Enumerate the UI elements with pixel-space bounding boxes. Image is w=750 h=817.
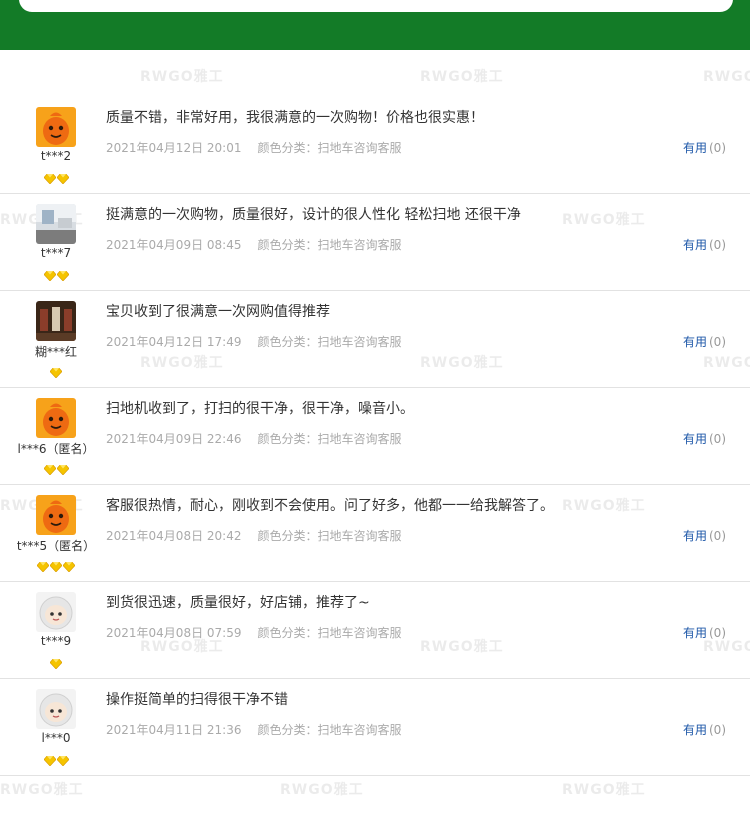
helpful-label: 有用: [682, 432, 707, 446]
reputation-gems: [0, 363, 112, 379]
review-text: 操作挺简单的扫得很干净不错: [106, 692, 288, 708]
review-date: 2021年04月08日 07:59: [106, 626, 242, 640]
helpful-button[interactable]: 有用 (0): [683, 430, 726, 447]
reputation-gems: [0, 169, 112, 185]
review-meta: 2021年04月12日 17:49 颜色分类：扫地车咨询客服: [106, 333, 402, 350]
helpful-button[interactable]: 有用 (0): [683, 139, 726, 156]
review-meta: 2021年04月09日 08:45 颜色分类：扫地车咨询客服: [106, 236, 402, 253]
diamond-gem-icon: [56, 266, 69, 282]
review-date: 2021年04月12日 17:49: [106, 335, 242, 349]
review-text: 扫地机收到了，打扫的很干净，很干净，噪音小。: [106, 401, 414, 417]
review-variant: 颜色分类：扫地车咨询客服: [257, 529, 402, 543]
diamond-gem-icon: [43, 460, 56, 476]
top-header-bar: [0, 0, 750, 50]
helpful-button[interactable]: 有用 (0): [683, 236, 726, 253]
search-bar[interactable]: [19, 0, 733, 12]
room-photo-avatar[interactable]: [36, 204, 76, 244]
review-date: 2021年04月08日 20:42: [106, 529, 242, 543]
diamond-gem-icon: [43, 751, 56, 767]
helpful-button[interactable]: 有用 (0): [683, 527, 726, 544]
review-variant: 颜色分类：扫地车咨询客服: [257, 238, 402, 252]
review-username: l***6（匿名）: [17, 442, 95, 456]
review-item: t***2 质量不错，非常好用，我很满意的一次购物！价格也很实惠！ 2021年0…: [0, 97, 750, 194]
review-username: t***5（匿名）: [16, 539, 96, 553]
diamond-gem-icon: [49, 557, 63, 573]
helpful-label: 有用: [682, 141, 707, 155]
review-item: t***7 挺满意的一次购物，质量很好，设计的很人性化 轻松扫地 还很干净 20…: [0, 194, 750, 291]
review-variant: 颜色分类：扫地车咨询客服: [257, 141, 402, 155]
watermark: RWGO雅工: [0, 782, 84, 798]
diamond-gem-icon: [56, 460, 69, 476]
diamond-gem-icon: [43, 169, 56, 185]
review-meta: 2021年04月08日 07:59 颜色分类：扫地车咨询客服: [106, 624, 402, 641]
watermark: RWGO雅工: [703, 69, 750, 85]
review-variant: 颜色分类：扫地车咨询客服: [257, 723, 402, 737]
diamond-gem-icon: [56, 169, 69, 185]
review-meta: 2021年04月12日 20:01 颜色分类：扫地车咨询客服: [106, 139, 402, 156]
review-variant: 颜色分类：扫地车咨询客服: [257, 335, 402, 349]
white-mascot-avatar[interactable]: [36, 592, 76, 632]
helpful-count: (0): [709, 529, 726, 543]
review-variant: 颜色分类：扫地车咨询客服: [257, 626, 402, 640]
diamond-gem-icon: [36, 557, 50, 573]
review-date: 2021年04月11日 21:36: [106, 723, 242, 737]
helpful-count: (0): [709, 141, 726, 155]
review-text: 质量不错，非常好用，我很满意的一次购物！价格也很实惠！: [106, 110, 484, 126]
review-text: 宝贝收到了很满意一次网购值得推荐: [106, 304, 330, 320]
watermark: RWGO雅工: [420, 69, 504, 85]
watermark: RWGO雅工: [140, 69, 224, 85]
watermark: RWGO雅工: [562, 782, 646, 798]
helpful-label: 有用: [682, 626, 707, 640]
helpful-count: (0): [709, 432, 726, 446]
review-variant: 颜色分类：扫地车咨询客服: [257, 432, 402, 446]
helpful-label: 有用: [682, 723, 707, 737]
orange-mascot-avatar[interactable]: [36, 398, 76, 438]
review-username: t***2: [40, 149, 72, 163]
reputation-gems: [0, 654, 112, 670]
review-item: 糊***红 宝贝收到了很满意一次网购值得推荐 2021年04月12日 17:49…: [0, 291, 750, 388]
review-date: 2021年04月12日 20:01: [106, 141, 242, 155]
review-date: 2021年04月09日 22:46: [106, 432, 242, 446]
review-date: 2021年04月09日 08:45: [106, 238, 242, 252]
helpful-button[interactable]: 有用 (0): [683, 721, 726, 738]
helpful-count: (0): [709, 626, 726, 640]
diamond-gem-icon: [43, 266, 56, 282]
review-item: l***0 操作挺简单的扫得很干净不错 2021年04月11日 21:36 颜色分…: [0, 679, 750, 776]
review-item: t***9 到货很迅速，质量很好，好店铺，推荐了~ 2021年04月08日 07…: [0, 582, 750, 679]
review-meta: 2021年04月08日 20:42 颜色分类：扫地车咨询客服: [106, 527, 402, 544]
review-username: 糊***红: [34, 345, 77, 359]
helpful-count: (0): [709, 723, 726, 737]
reputation-gems: [0, 460, 112, 476]
watermark: RWGO雅工: [280, 782, 364, 798]
diamond-gem-icon: [49, 654, 63, 670]
helpful-button[interactable]: 有用 (0): [683, 624, 726, 641]
review-text: 客服很热情，耐心，刚收到不会使用。问了好多，他都一一给我解答了。: [106, 498, 554, 514]
helpful-label: 有用: [682, 529, 707, 543]
review-item: l***6（匿名） 扫地机收到了，打扫的很干净，很干净，噪音小。 2021年04…: [0, 388, 750, 485]
orange-mascot-avatar[interactable]: [36, 495, 76, 535]
helpful-button[interactable]: 有用 (0): [683, 333, 726, 350]
review-username: t***7: [40, 246, 72, 260]
helpful-count: (0): [709, 238, 726, 252]
review-meta: 2021年04月09日 22:46 颜色分类：扫地车咨询客服: [106, 430, 402, 447]
diamond-gem-icon: [56, 751, 69, 767]
diamond-gem-icon: [62, 557, 76, 573]
review-item: t***5（匿名） 客服很热情，耐心，刚收到不会使用。问了好多，他都一一给我解答…: [0, 485, 750, 582]
reputation-gems: [0, 266, 112, 282]
review-text: 挺满意的一次购物，质量很好，设计的很人性化 轻松扫地 还很干净: [106, 207, 521, 223]
review-meta: 2021年04月11日 21:36 颜色分类：扫地车咨询客服: [106, 721, 402, 738]
reputation-gems: [0, 557, 112, 573]
review-list: t***2 质量不错，非常好用，我很满意的一次购物！价格也很实惠！ 2021年0…: [0, 97, 750, 776]
review-text: 到货很迅速，质量很好，好店铺，推荐了~: [106, 595, 370, 611]
orange-mascot-avatar[interactable]: [36, 107, 76, 147]
helpful-label: 有用: [682, 238, 707, 252]
helpful-count: (0): [709, 335, 726, 349]
helpful-label: 有用: [682, 335, 707, 349]
reputation-gems: [0, 751, 112, 767]
diamond-gem-icon: [49, 363, 63, 379]
white-mascot-avatar[interactable]: [36, 689, 76, 729]
interior-photo-avatar[interactable]: [36, 301, 76, 341]
review-username: t***9: [40, 634, 72, 648]
review-username: l***0: [41, 731, 71, 745]
